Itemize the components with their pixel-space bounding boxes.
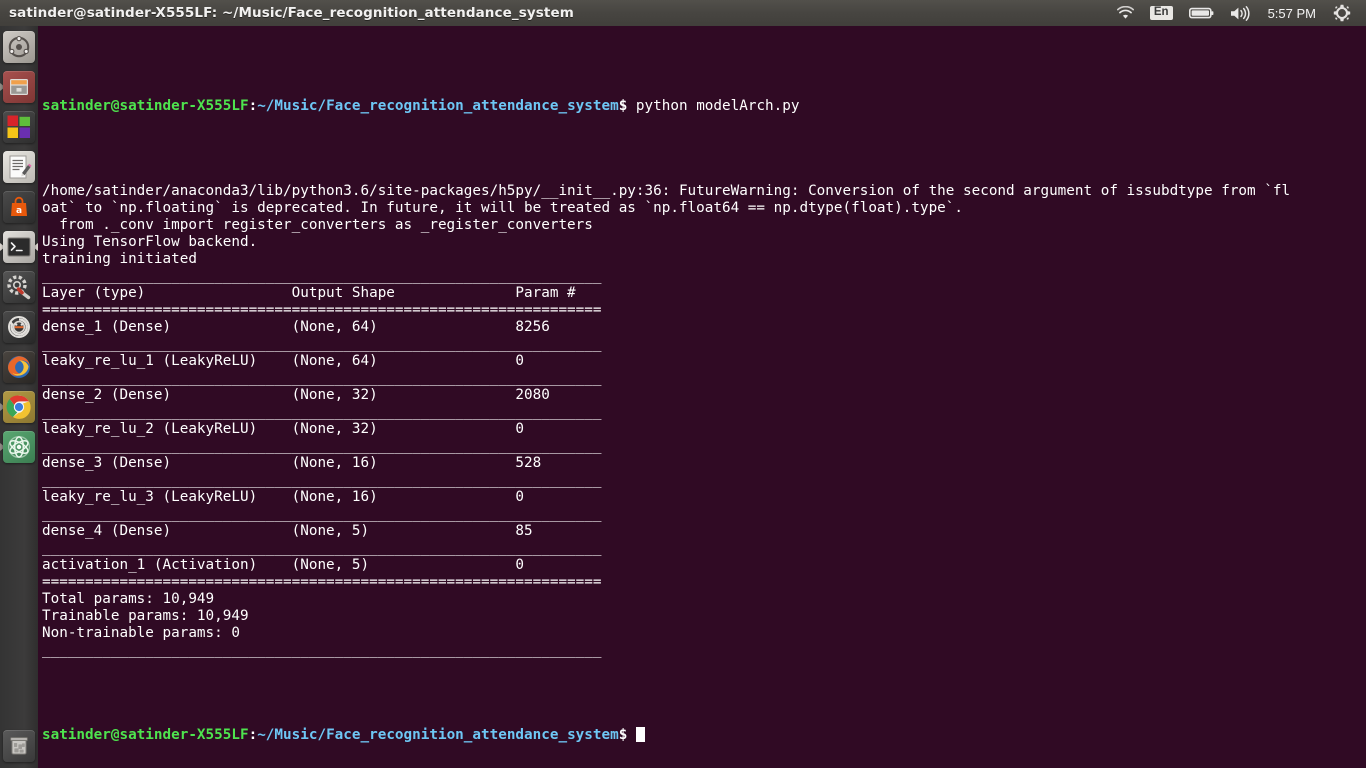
svg-text:a: a — [16, 206, 22, 216]
terminal-output-line: ________________________________________… — [42, 268, 1366, 285]
top-panel: satinder@satinder-X555LF: ~/Music/Face_r… — [0, 0, 1366, 26]
wifi-icon[interactable] — [1109, 0, 1142, 26]
terminal-output-line: Using TensorFlow backend. — [42, 234, 1366, 251]
files-icon — [3, 71, 35, 103]
unity-launcher: a — [0, 26, 38, 768]
keyboard-layout-label: En — [1150, 6, 1173, 21]
atom-icon — [3, 431, 35, 463]
terminal-output-line: ________________________________________… — [42, 370, 1366, 387]
volume-icon[interactable] — [1222, 0, 1259, 26]
terminal-output-line: ________________________________________… — [42, 438, 1366, 455]
system-menu-gear-icon[interactable] — [1325, 0, 1359, 26]
terminal-output: satinder@satinder-X555LF:~/Music/Face_re… — [38, 26, 1366, 768]
system-tray: En 5:57 PM — [1109, 0, 1366, 26]
software-center-icon — [3, 111, 35, 143]
terminal-output-line: Non-trainable params: 0 — [42, 625, 1366, 642]
text-editor-icon — [3, 151, 35, 183]
terminal-output-line: training initiated — [42, 251, 1366, 268]
trash-icon — [3, 730, 35, 762]
terminal-output-line: leaky_re_lu_3 (LeakyReLU) (None, 16) 0 — [42, 489, 1366, 506]
terminal-output-line: ________________________________________… — [42, 472, 1366, 489]
terminal-output-line: Layer (type) Output Shape Param # — [42, 285, 1366, 302]
terminal-output-line: ========================================… — [42, 574, 1366, 591]
launcher-item-system-tweaks[interactable] — [0, 268, 38, 306]
prompt-user-host: satinder@satinder-X555LF — [42, 98, 249, 114]
terminal-output-line: dense_2 (Dense) (None, 32) 2080 — [42, 387, 1366, 404]
terminal-output-line: leaky_re_lu_2 (LeakyReLU) (None, 32) 0 — [42, 421, 1366, 438]
prompt-path: ~/Music/Face_recognition_attendance_syst… — [257, 727, 619, 743]
terminal-window[interactable]: satinder@satinder-X555LF:~/Music/Face_re… — [38, 26, 1366, 768]
launcher-item-google-chrome[interactable] — [0, 388, 38, 426]
launcher-item-terminal[interactable] — [0, 228, 38, 266]
terminal-output-line: ________________________________________… — [42, 404, 1366, 421]
launcher-item-ubuntu-dash[interactable] — [0, 28, 38, 66]
system-tweaks-icon — [3, 271, 35, 303]
terminal-output-line: from ._conv import register_converters a… — [42, 217, 1366, 234]
prompt-colon: : — [249, 727, 258, 743]
terminal-output-line: ========================================… — [42, 302, 1366, 319]
launcher-item-trash[interactable] — [0, 730, 38, 762]
terminal-output-line: Trainable params: 10,949 — [42, 608, 1366, 625]
prompt-user-host: satinder@satinder-X555LF — [42, 727, 249, 743]
terminal-output-line: ________________________________________… — [42, 506, 1366, 523]
clock[interactable]: 5:57 PM — [1259, 6, 1325, 21]
terminal-command: python modelArch.py — [627, 98, 799, 114]
terminal-output-lines: /home/satinder/anaconda3/lib/python3.6/s… — [42, 183, 1366, 659]
terminal-icon — [3, 231, 35, 263]
terminal-output-line: dense_1 (Dense) (None, 64) 8256 — [42, 319, 1366, 336]
google-chrome-icon — [3, 391, 35, 423]
terminal-output-line: leaky_re_lu_1 (LeakyReLU) (None, 64) 0 — [42, 353, 1366, 370]
launcher-item-firefox[interactable] — [0, 348, 38, 386]
prompt-path: ~/Music/Face_recognition_attendance_syst… — [257, 98, 619, 114]
terminal-output-line: ________________________________________… — [42, 642, 1366, 659]
ubuntu-dash-icon — [3, 31, 35, 63]
terminal-output-line: activation_1 (Activation) (None, 5) 0 — [42, 557, 1366, 574]
launcher-item-files[interactable] — [0, 68, 38, 106]
window-title: satinder@satinder-X555LF: ~/Music/Face_r… — [0, 5, 574, 21]
amazon-icon: a — [3, 191, 35, 223]
terminal-prompt-line: satinder@satinder-X555LF:~/Music/Face_re… — [42, 98, 1366, 115]
launcher-item-atom[interactable] — [0, 428, 38, 466]
launcher-item-amazon[interactable]: a — [0, 188, 38, 226]
prompt-colon: : — [249, 98, 258, 114]
keyboard-layout-indicator[interactable]: En — [1142, 0, 1181, 26]
launcher-item-text-editor[interactable] — [0, 148, 38, 186]
firefox-icon — [3, 351, 35, 383]
terminal-output-line: oat` to `np.floating` is deprecated. In … — [42, 200, 1366, 217]
terminal-output-line: dense_3 (Dense) (None, 16) 528 — [42, 455, 1366, 472]
software-updater-icon — [3, 311, 35, 343]
terminal-cursor — [636, 727, 645, 742]
terminal-output-line: Total params: 10,949 — [42, 591, 1366, 608]
terminal-output-line: /home/satinder/anaconda3/lib/python3.6/s… — [42, 183, 1366, 200]
terminal-final-prompt-line: satinder@satinder-X555LF:~/Music/Face_re… — [42, 727, 1366, 744]
terminal-output-line: dense_4 (Dense) (None, 5) 85 — [42, 523, 1366, 540]
launcher-item-software-updater[interactable] — [0, 308, 38, 346]
terminal-output-line: ________________________________________… — [42, 336, 1366, 353]
terminal-output-line: ________________________________________… — [42, 540, 1366, 557]
launcher-item-software-center[interactable] — [0, 108, 38, 146]
battery-icon[interactable] — [1181, 0, 1222, 26]
